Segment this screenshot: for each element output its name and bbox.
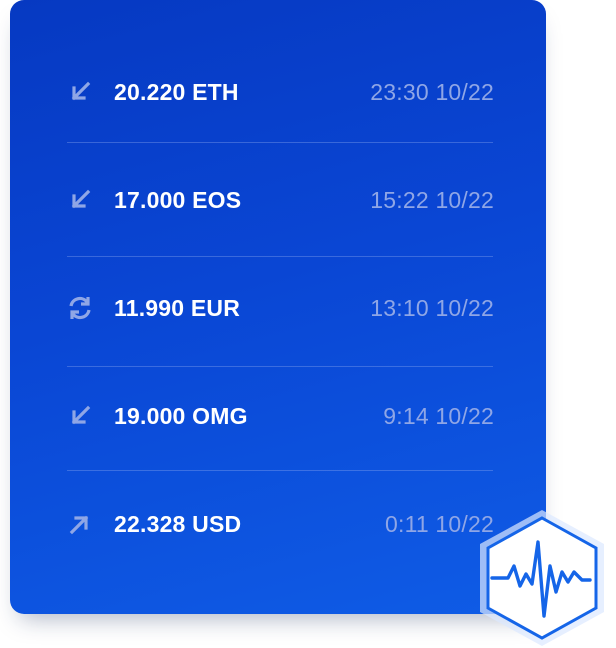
transaction-amount: 19.000 OMG bbox=[114, 402, 248, 429]
transaction-row[interactable]: 22.328 USD 0:11 10/22 bbox=[66, 504, 494, 544]
transactions-card: 20.220 ETH 23:30 10/22 17.000 EOS 15:22 … bbox=[10, 0, 546, 614]
arrow-down-left-icon bbox=[66, 78, 94, 106]
transaction-time: 23:30 10/22 bbox=[370, 78, 494, 105]
activity-badge[interactable] bbox=[478, 508, 610, 648]
transaction-row[interactable]: 11.990 EUR 13:10 10/22 bbox=[66, 288, 494, 328]
stage: 20.220 ETH 23:30 10/22 17.000 EOS 15:22 … bbox=[0, 0, 616, 648]
divider bbox=[67, 470, 493, 471]
arrow-down-left-icon bbox=[66, 186, 94, 214]
transaction-time: 15:22 10/22 bbox=[370, 186, 494, 213]
transaction-amount: 17.000 EOS bbox=[114, 186, 242, 213]
transaction-amount: 22.328 USD bbox=[114, 510, 242, 537]
arrow-up-right-icon bbox=[66, 510, 94, 538]
divider bbox=[67, 142, 493, 143]
transaction-row[interactable]: 17.000 EOS 15:22 10/22 bbox=[66, 180, 494, 220]
transaction-amount: 20.220 ETH bbox=[114, 78, 239, 105]
transaction-amount: 11.990 EUR bbox=[114, 294, 241, 321]
transaction-row[interactable]: 20.220 ETH 23:30 10/22 bbox=[66, 72, 494, 112]
arrow-down-left-icon bbox=[66, 402, 94, 430]
refresh-icon bbox=[66, 294, 94, 322]
transaction-time: 9:14 10/22 bbox=[383, 402, 494, 429]
divider bbox=[67, 366, 493, 367]
transaction-row[interactable]: 19.000 OMG 9:14 10/22 bbox=[66, 396, 494, 436]
divider bbox=[67, 256, 493, 257]
transaction-time: 13:10 10/22 bbox=[370, 294, 494, 321]
